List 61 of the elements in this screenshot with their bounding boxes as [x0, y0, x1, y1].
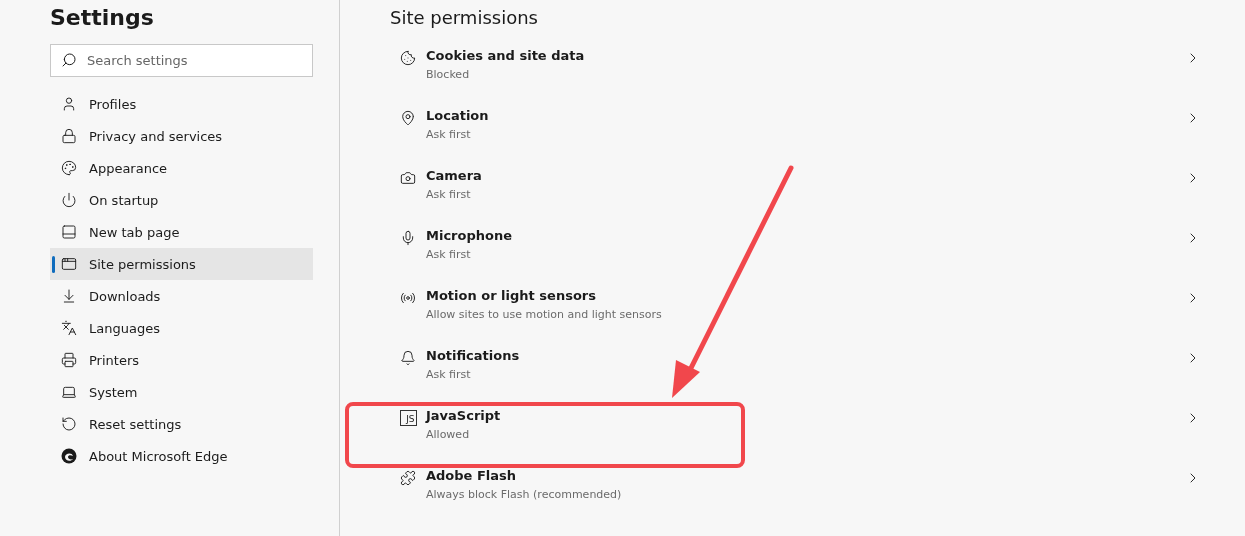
- signal-icon: [400, 290, 416, 306]
- camera-icon: [400, 170, 416, 186]
- reset-icon: [61, 416, 77, 432]
- sidebar-item[interactable]: Privacy and services: [50, 120, 313, 152]
- sidebar-item[interactable]: Downloads: [50, 280, 313, 312]
- sidebar-item[interactable]: About Microsoft Edge: [50, 440, 313, 472]
- sidebar-item[interactable]: Printers: [50, 344, 313, 376]
- permission-status: Ask first: [426, 128, 472, 141]
- puzzle-icon: [400, 470, 416, 486]
- bell-icon: [400, 350, 416, 366]
- permission-row[interactable]: Microphone Ask first: [390, 228, 1205, 288]
- permission-status: Ask first: [426, 188, 472, 201]
- power-icon: [61, 192, 77, 208]
- palette-icon: [61, 160, 77, 176]
- sidebar-item[interactable]: Languages: [50, 312, 313, 344]
- sidebar-item[interactable]: On startup: [50, 184, 313, 216]
- section-title: Site permissions: [390, 6, 539, 30]
- sidebar-item[interactable]: Profiles: [50, 88, 313, 120]
- permission-status: Allowed: [426, 428, 471, 441]
- sidebar-item[interactable]: System: [50, 376, 313, 408]
- person-icon: [61, 96, 77, 112]
- search-icon: [61, 52, 77, 68]
- printer-icon: [61, 352, 77, 368]
- permission-row[interactable]: Cookies and site data Blocked: [390, 48, 1205, 108]
- microphone-icon: [400, 230, 416, 246]
- permission-name: Adobe Flash: [426, 468, 518, 483]
- search-field[interactable]: Search settings: [50, 44, 313, 77]
- pin-icon: [400, 110, 416, 126]
- sidebar-item[interactable]: New tab page: [50, 216, 313, 248]
- permission-name: Notifications: [426, 348, 521, 363]
- permission-name: Camera: [426, 168, 483, 183]
- languages-icon: [61, 320, 77, 336]
- permission-name: JavaScript: [426, 408, 502, 423]
- permission-name: Cookies and site data: [426, 48, 586, 63]
- permission-row[interactable]: Adobe Flash Always block Flash (recommended): [390, 468, 1205, 528]
- permission-name: Location: [426, 108, 490, 123]
- sidebar-item[interactable]: Site permissions: [50, 248, 313, 280]
- sidebar-item[interactable]: Reset settings: [50, 408, 313, 440]
- lock-icon: [61, 128, 77, 144]
- permission-status: Blocked: [426, 68, 471, 81]
- js-icon: JS: [399, 410, 417, 426]
- permission-status: Always block Flash (recommended): [426, 488, 623, 501]
- window-icon: [61, 256, 77, 272]
- permission-row[interactable]: JS JavaScript Allowed: [390, 408, 1205, 468]
- cookie-icon: [400, 50, 416, 66]
- permission-name: Motion or light sensors: [426, 288, 597, 303]
- panel-icon: [61, 224, 77, 240]
- permission-status: Ask first: [426, 368, 472, 381]
- selection-indicator: [52, 256, 55, 273]
- permission-row[interactable]: Camera Ask first: [390, 168, 1205, 228]
- permission-row[interactable]: Notifications Ask first: [390, 348, 1205, 408]
- download-icon: [61, 288, 77, 304]
- permission-row[interactable]: Motion or light sensors Allow sites to use motion and light sensors: [390, 288, 1205, 348]
- settings-title: Settings: [50, 4, 155, 32]
- permission-status: Allow sites to use motion and light sensors: [426, 308, 663, 321]
- permission-row[interactable]: Location Ask first: [390, 108, 1205, 168]
- sidebar-item[interactable]: Appearance: [50, 152, 313, 184]
- edge-logo-icon: [61, 448, 77, 464]
- permission-name: Microphone: [426, 228, 513, 243]
- permission-status: Ask first: [426, 248, 472, 261]
- laptop-icon: [61, 384, 77, 400]
